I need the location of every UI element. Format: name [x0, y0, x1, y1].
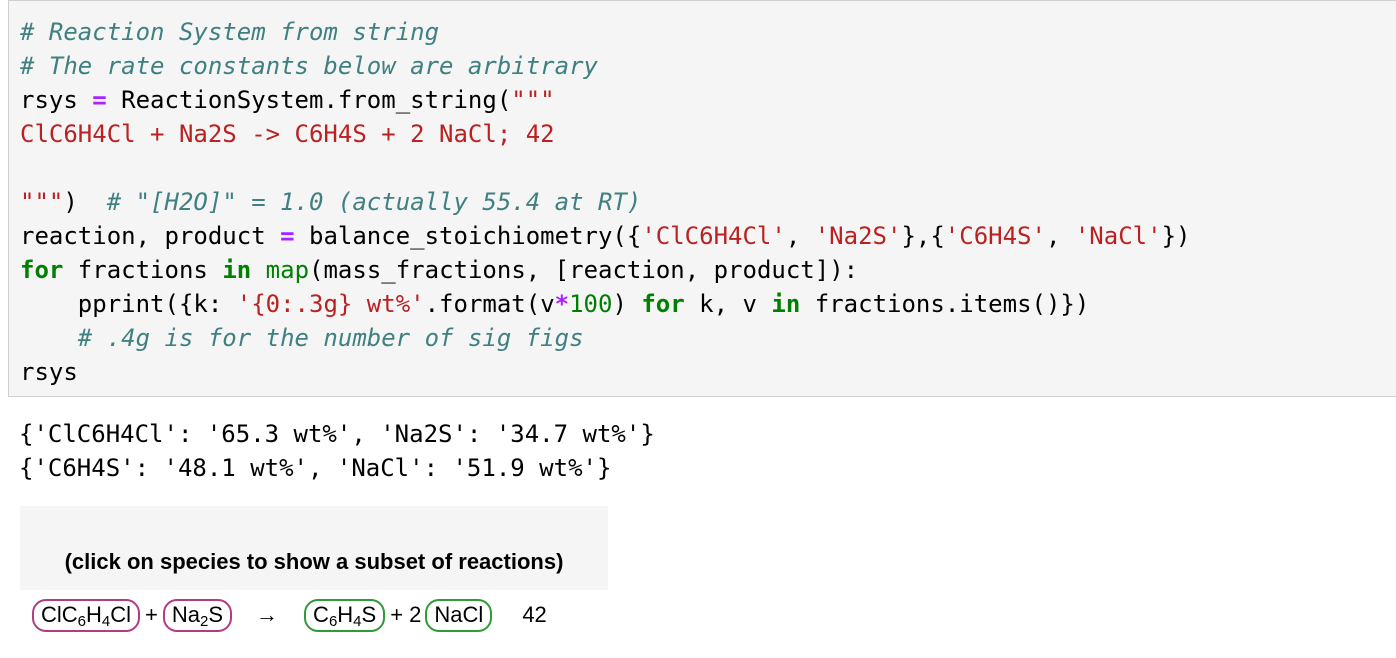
plus-sign: + [145, 602, 158, 627]
code-line: for fractions in map(mass_fractions, [re… [20, 253, 1190, 287]
code-token: pprint({k: [20, 290, 237, 318]
code-token: 'ClC6H4Cl' [641, 222, 786, 250]
code-line: # .4g is for the number of sig figs [20, 321, 1190, 355]
code-line: ClC6H4Cl + Na2S -> C6H4S + 2 NaCl; 42 [20, 117, 1190, 151]
code-token: = [92, 86, 107, 114]
species-nacl[interactable]: NaCl [425, 598, 493, 632]
code-token: balance_stoichiometry({ [294, 222, 642, 250]
code-cell[interactable]: # Reaction System from string # The rate … [8, 0, 1396, 397]
code-token: ) [63, 188, 107, 216]
code-editor[interactable]: # Reaction System from string # The rate … [20, 15, 1190, 389]
code-token: # "[H2O]" = 1.0 (actually 55.4 at RT) [106, 188, 642, 216]
code-token: ClC6H4Cl + Na2S -> C6H4S + 2 NaCl; 42 [20, 120, 555, 148]
code-line: # Reaction System from string [20, 15, 1190, 49]
code-token: 100 [569, 290, 613, 318]
output-line: {'C6H4S': '48.1 wt%', 'NaCl': '51.9 wt%'… [19, 454, 612, 482]
reaction-system-header: (click on species to show a subset of re… [20, 506, 608, 590]
code-token: rsys [20, 358, 78, 386]
reaction-arrow-icon: → [256, 602, 279, 627]
code-token: """ [511, 86, 555, 114]
code-token: for [20, 256, 64, 284]
code-line: # The rate constants below are arbitrary [20, 49, 1190, 83]
code-token: ) [612, 290, 642, 318]
code-line: rsys [20, 355, 1190, 389]
code-token: map [265, 256, 310, 284]
code-line [20, 151, 1190, 185]
code-token: in [771, 290, 801, 318]
reaction-row: ClC6H4Cl + Na2S → C6H4S + 2 NaCl 42 [32, 598, 547, 632]
reaction-system-hint: (click on species to show a subset of re… [64, 549, 564, 574]
code-token: '{0:.3g} wt%' [236, 290, 425, 318]
code-token: 'C6H4S' [944, 222, 1046, 250]
code-token: 'Na2S' [814, 222, 902, 250]
code-token: }) [1161, 222, 1191, 250]
code-token: },{ [901, 222, 945, 250]
code-token: fractions.items()}) [800, 290, 1090, 318]
code-line: pprint({k: '{0:.3g} wt%'.format(v*100) f… [20, 287, 1190, 321]
code-line: reaction, product = balance_stoichiometr… [20, 219, 1190, 253]
code-token: # .4g is for the number of sig figs [77, 324, 584, 352]
cell-output: {'ClC6H4Cl': '65.3 wt%', 'Na2S': '34.7 w… [19, 417, 655, 485]
code-token: = [280, 222, 295, 250]
output-line: {'ClC6H4Cl': '65.3 wt%', 'Na2S': '34.7 w… [19, 420, 655, 448]
species-c6h4s[interactable]: C6H4S [304, 598, 386, 632]
code-token: * [554, 290, 570, 318]
code-token: for [641, 290, 685, 318]
code-token: rsys [20, 86, 93, 114]
code-token: """ [20, 188, 64, 216]
species-na2s[interactable]: Na2S [162, 598, 233, 632]
code-token: in [222, 256, 252, 284]
code-line: """) # "[H2O]" = 1.0 (actually 55.4 at R… [20, 185, 1190, 219]
product-coefficient: + 2 [390, 602, 422, 627]
code-token: .format(v [424, 290, 555, 318]
code-token: , [1045, 222, 1075, 250]
code-token: reaction, product [20, 222, 281, 250]
code-token: k, v [684, 290, 772, 318]
code-line: rsys = ReactionSystem.from_string(""" [20, 83, 1190, 117]
code-token: # Reaction System from string [20, 18, 440, 46]
code-token: , [785, 222, 815, 250]
code-token: 'NaCl' [1074, 222, 1162, 250]
species-clc6h4cl[interactable]: ClC6H4Cl [32, 598, 141, 632]
code-token: fractions [63, 256, 223, 284]
rate-constant: 42 [522, 602, 547, 627]
code-token: ReactionSystem.from_string( [106, 86, 512, 114]
code-token: (mass_fractions, [reaction, product]): [309, 256, 859, 284]
code-token: # The rate constants below are arbitrary [20, 52, 598, 80]
